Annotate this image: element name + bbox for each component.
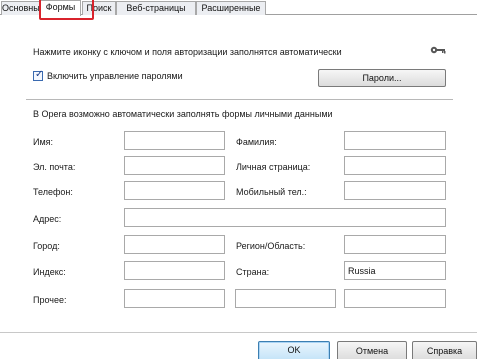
other-field-3[interactable]: [344, 289, 446, 308]
last-name-field[interactable]: [344, 131, 446, 150]
tab-basic[interactable]: Основные: [1, 1, 45, 15]
autofill-hint-text: Нажмите иконку с ключом и поля авторизац…: [33, 47, 342, 57]
help-button[interactable]: Справка: [412, 341, 477, 359]
tab-strip: Основные Формы Поиск Веб-страницы Расшир…: [0, 0, 477, 20]
other-field-2[interactable]: [235, 289, 336, 308]
phone-field[interactable]: [124, 181, 225, 200]
homepage-field[interactable]: [344, 156, 446, 175]
enable-password-manager-label: Включить управление паролями: [47, 71, 183, 81]
address-field[interactable]: [124, 208, 446, 227]
email-label: Эл. почта:: [33, 162, 76, 172]
email-field[interactable]: [124, 156, 225, 175]
city-field[interactable]: [124, 235, 225, 254]
country-label: Страна:: [236, 267, 270, 277]
tab-advanced[interactable]: Расширенные: [196, 1, 266, 15]
ok-button[interactable]: OK: [258, 341, 330, 359]
tab-web-pages[interactable]: Веб-страницы: [116, 1, 196, 15]
active-tab-highlight: [39, 0, 94, 20]
region-field[interactable]: [344, 235, 446, 254]
homepage-label: Личная страница:: [236, 162, 311, 172]
other-label: Прочее:: [33, 295, 67, 305]
checkmark-icon: ✓: [35, 69, 44, 80]
city-label: Город:: [33, 241, 60, 251]
zip-label: Индекс:: [33, 267, 66, 277]
last-name-label: Фамилия:: [236, 137, 277, 147]
zip-field[interactable]: [124, 261, 225, 280]
mobile-field[interactable]: [344, 181, 446, 200]
enable-password-manager-checkbox[interactable]: ✓: [33, 69, 44, 81]
key-icon[interactable]: [430, 45, 446, 55]
country-field[interactable]: [344, 261, 446, 280]
address-label: Адрес:: [33, 214, 62, 224]
first-name-label: Имя:: [33, 137, 54, 147]
region-label: Регион/Область:: [236, 241, 306, 251]
first-name-field[interactable]: [124, 131, 225, 150]
cancel-button[interactable]: Отмена: [337, 341, 407, 359]
passwords-button[interactable]: Пароли...: [318, 69, 446, 87]
separator: [26, 99, 453, 100]
phone-label: Телефон:: [33, 187, 73, 197]
mobile-label: Мобильный тел.:: [236, 187, 307, 197]
other-field-1[interactable]: [124, 289, 225, 308]
section-title: В Opera возможно автоматически заполнять…: [33, 109, 333, 119]
footer-separator: [0, 332, 477, 333]
